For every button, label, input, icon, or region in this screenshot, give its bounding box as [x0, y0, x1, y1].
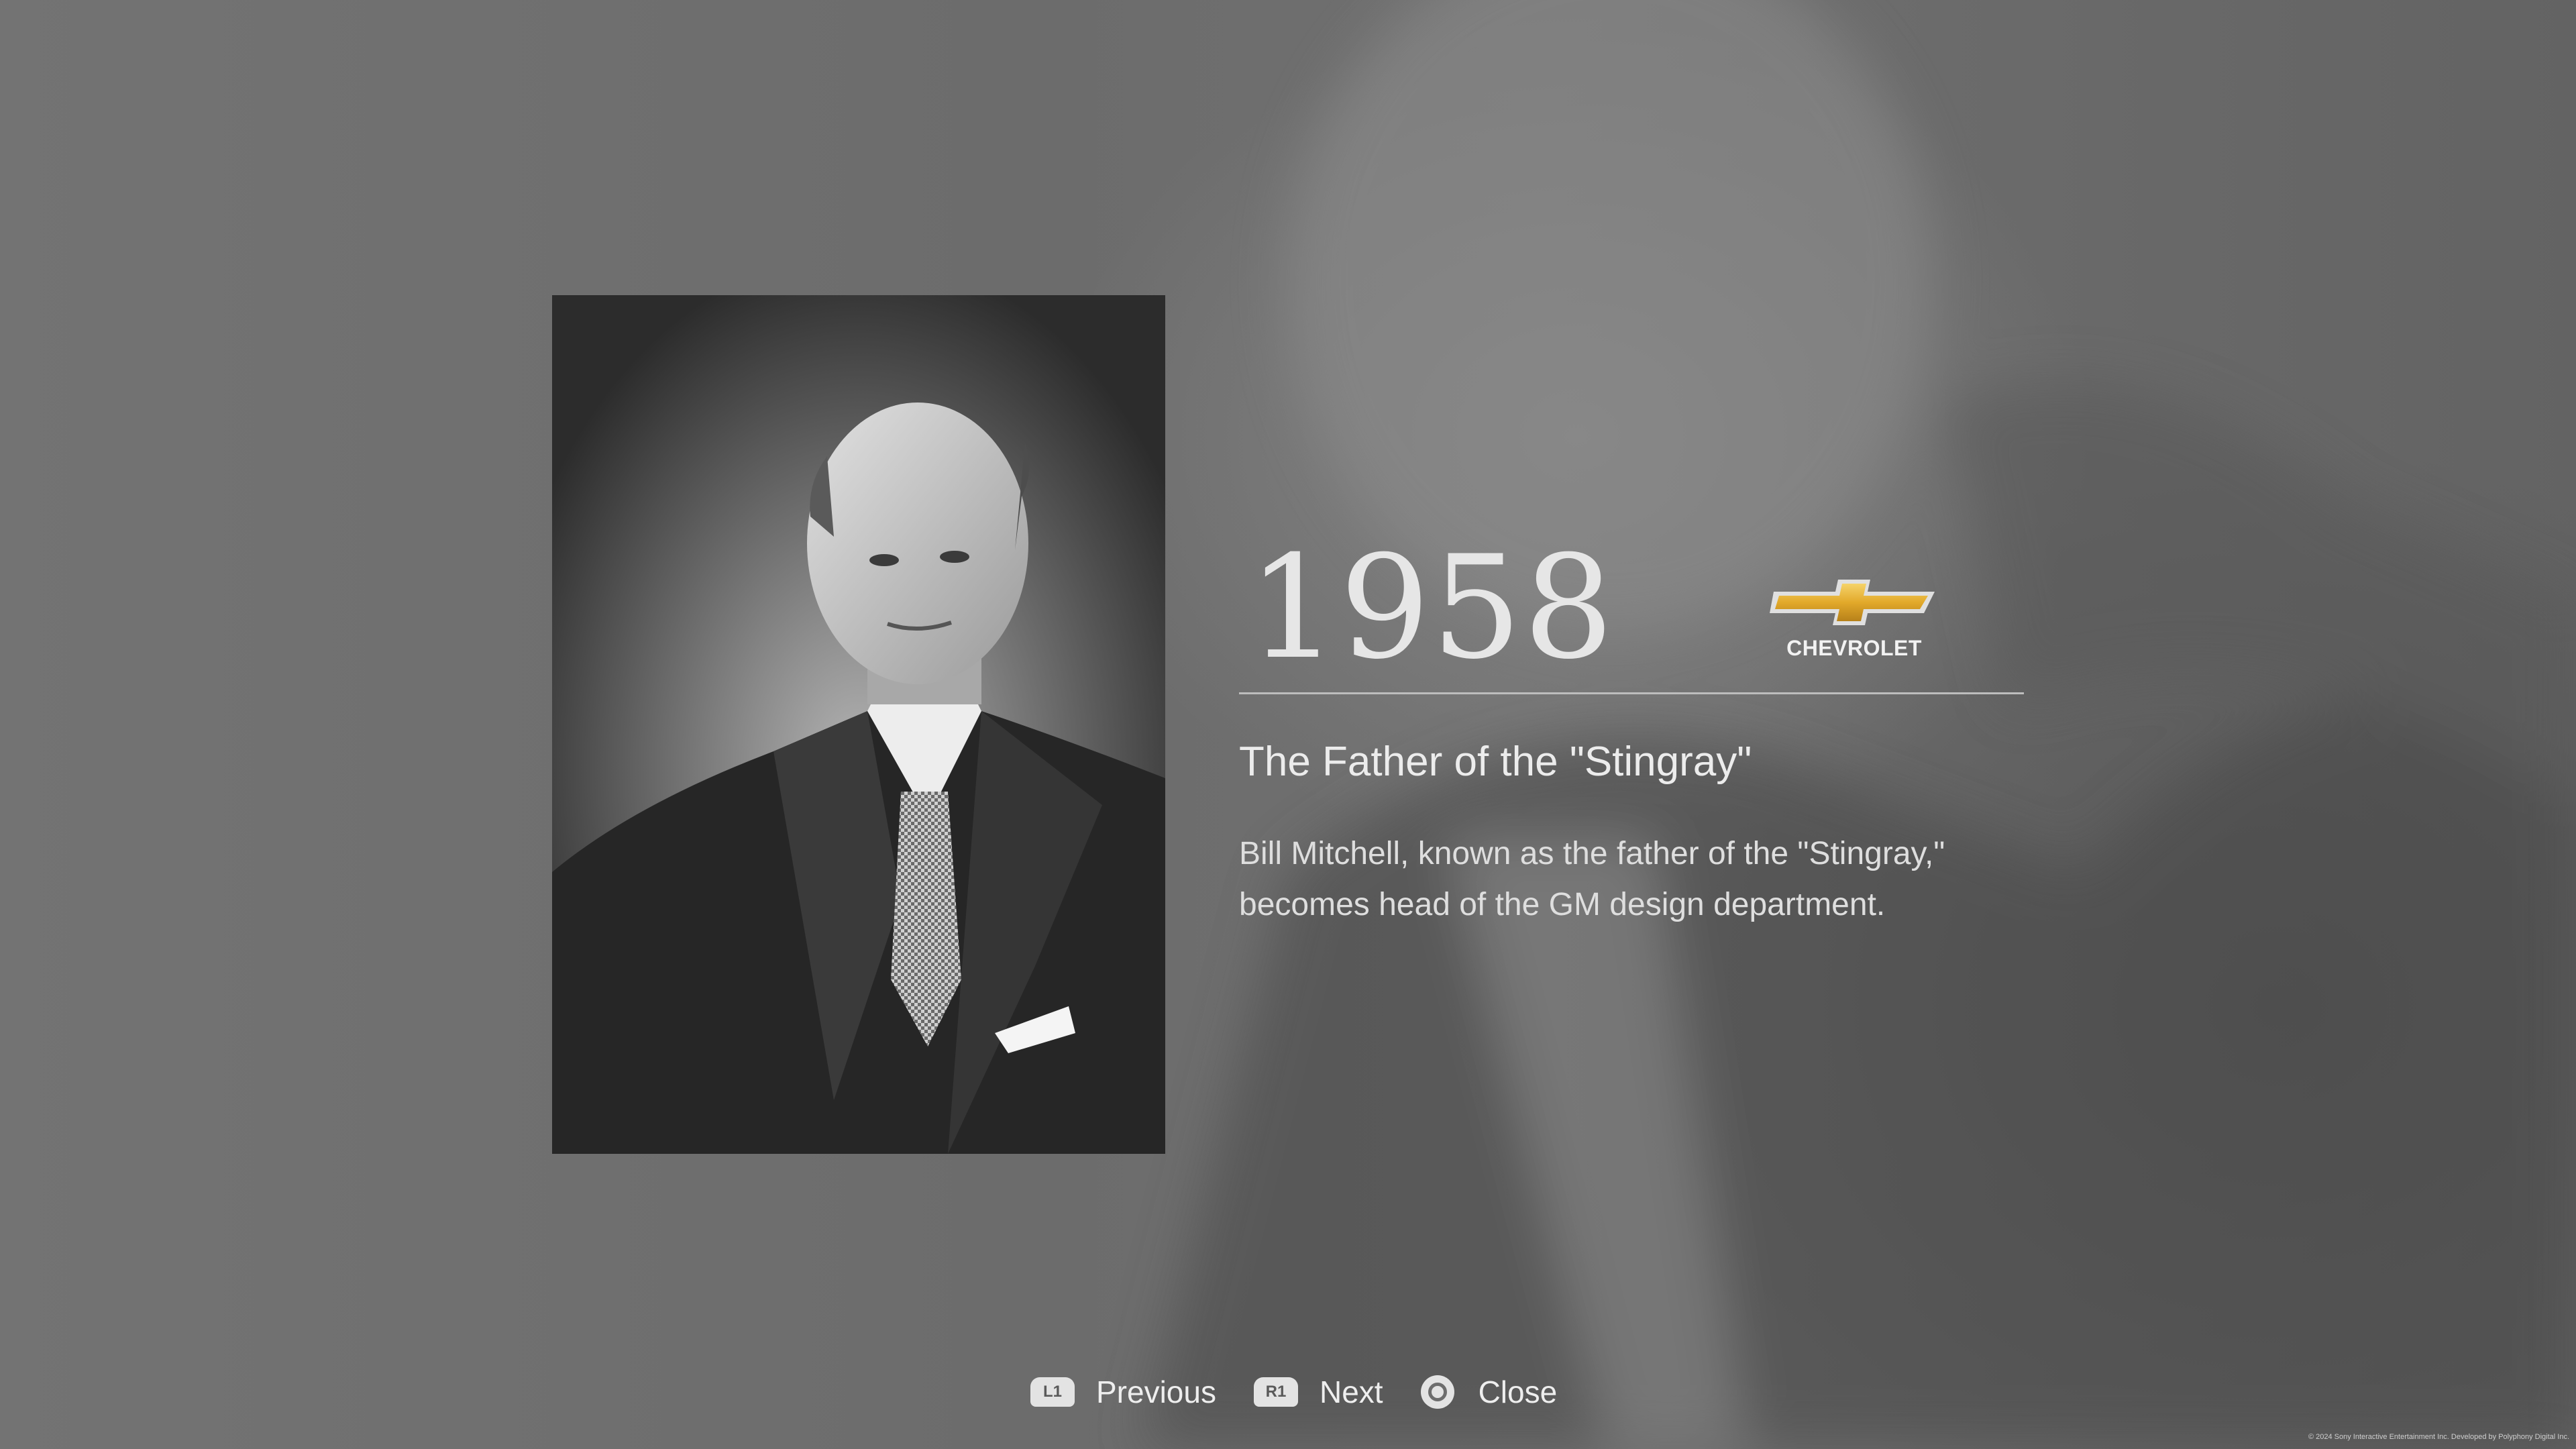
controller-hints: L1 Previous R1 Next Close	[1030, 1368, 1595, 1415]
copyright-notice: © 2024 Sony Interactive Entertainment In…	[2308, 1433, 2569, 1441]
brand-name: CHEVROLET	[1786, 636, 1922, 660]
divider	[1239, 692, 2024, 694]
portrait-photo	[552, 295, 1165, 1154]
previous-button[interactable]: L1 Previous	[1030, 1374, 1216, 1410]
background-portrait	[1140, 0, 2576, 1449]
entry-description: Bill Mitchell, known as the father of th…	[1239, 836, 1945, 922]
close-label: Close	[1478, 1375, 1558, 1409]
entry-year: 1958	[1248, 525, 1615, 690]
timeline-detail-screen: 1958 CHEVROLET The Father of the "Stingr…	[0, 0, 2576, 1449]
next-label: Next	[1319, 1375, 1383, 1409]
l1-button-icon: L1	[1030, 1377, 1075, 1407]
circle-button-icon	[1420, 1375, 1454, 1409]
previous-label: Previous	[1096, 1375, 1216, 1409]
entry-headline: The Father of the "Stingray"	[1239, 739, 1752, 785]
r1-button-icon: R1	[1253, 1377, 1298, 1407]
next-button[interactable]: R1 Next	[1253, 1374, 1383, 1410]
close-button[interactable]: Close	[1420, 1374, 1558, 1410]
